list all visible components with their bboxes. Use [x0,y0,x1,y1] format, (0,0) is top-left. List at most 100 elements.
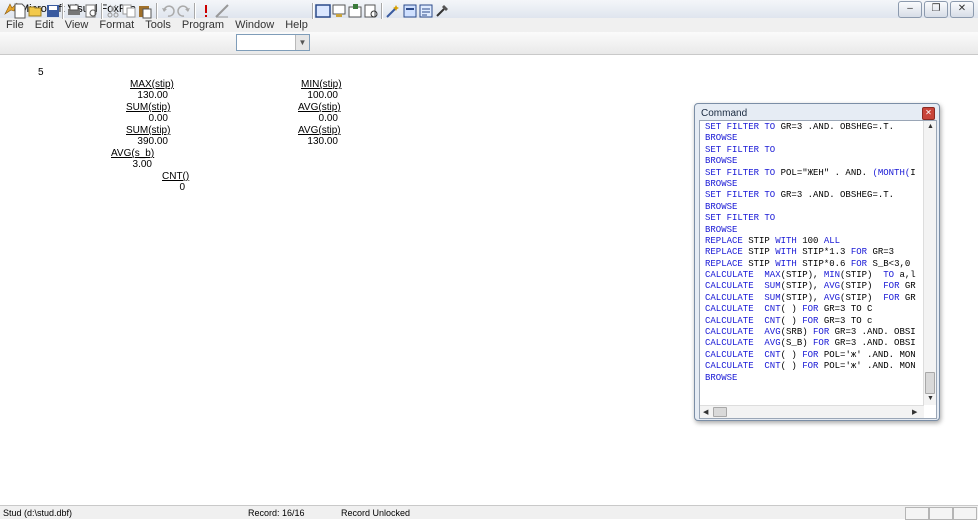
command-keyword: AVG [823,281,841,292]
close-icon[interactable]: ✕ [922,107,935,120]
record-number-output: 5 [38,67,44,78]
horizontal-scroll-thumb[interactable] [713,407,727,417]
print-icon[interactable] [66,3,82,19]
command-keyword: FOR [802,361,824,372]
output-label: CNT() [162,171,190,182]
modify-icon[interactable] [214,3,230,19]
command-line[interactable]: CALCULATE CNT( ) FOR GR=3 TO c [705,316,923,327]
menu-window[interactable]: Window [229,18,279,32]
command-lines[interactable]: SET FILTER TO GR=3 .AND. OBSHEG=.T. BROWS… [705,122,923,405]
command-text: GR=3 TO c [823,315,873,326]
status-indicator [905,507,929,520]
menu-format[interactable]: Format [93,18,139,32]
menu-file[interactable]: File [0,18,29,32]
status-table: Stud (d:\stud.dbf) [3,508,73,518]
report-designer-icon[interactable] [418,3,434,19]
horizontal-scrollbar[interactable]: ◀ ▶ [700,405,924,418]
command-text: GR [904,292,916,303]
output-label: MIN(stip) [301,79,342,90]
output-label: AVG(s_b) [111,148,155,159]
command-keyword: FOR [883,292,905,303]
command-text: POL='ж' .AND. MON [823,361,916,372]
menu-program[interactable]: Program [176,18,229,32]
command-line[interactable]: CALCULATE SUM(STIP), AVG(STIP) FOR GR [705,293,923,304]
print-preview-icon[interactable] [83,3,99,19]
run-icon[interactable] [198,3,214,19]
command-keyword: MIN [823,270,841,281]
command-line[interactable]: CALCULATE AVG(S_B) FOR GR=3 .AND. OBSI [705,338,923,349]
paste-icon[interactable] [137,3,153,19]
command-keyword: ALL [823,235,841,246]
command-keyword: TO [883,270,900,281]
command-line[interactable]: REPLACE STIP WITH STIP*1.3 FOR GR=3 [705,247,923,258]
chevron-down-icon[interactable]: ▼ [295,35,309,50]
toolbar-combo[interactable]: ▼ [236,34,310,51]
copy-icon[interactable] [121,3,137,19]
command-line[interactable]: SET FILTER TO GR=3 .AND. OBSHEG=.T. [705,122,923,133]
command-window-icon[interactable] [315,3,331,19]
undo-icon[interactable] [160,3,176,19]
command-line[interactable]: BROWSE [705,133,923,144]
command-text: POL='ж' .AND. MON [823,349,916,360]
new-file-icon[interactable] [12,3,28,19]
tools-icon[interactable] [434,3,450,19]
command-line[interactable]: SET FILTER TO [705,145,923,156]
command-text: ( ) [780,361,803,372]
scroll-right-icon[interactable]: ▶ [912,408,917,416]
command-text: S_B<3,0 [872,258,911,269]
vertical-scrollbar[interactable]: ▲ ▼ [923,121,936,405]
command-line[interactable]: BROWSE [705,373,923,384]
scroll-up-icon[interactable]: ▲ [927,123,934,130]
command-window[interactable]: Command ✕ SET FILTER TO GR=3 .AND. OBSHE… [694,103,940,421]
command-line[interactable]: REPLACE STIP WITH STIP*0.6 FOR S_B<3,0 [705,259,923,270]
command-line[interactable]: SET FILTER TO [705,213,923,224]
restore-button[interactable]: ❐ [924,1,948,18]
properties-window-icon[interactable] [347,3,363,19]
close-button[interactable]: ✕ [950,1,974,18]
command-text: GR=3 TO C [823,304,873,315]
cut-icon[interactable] [105,3,121,19]
code-window-icon[interactable] [363,3,379,19]
command-line[interactable]: REPLACE STIP WITH 100 ALL [705,236,923,247]
menu-edit[interactable]: Edit [29,18,59,32]
wizard-icon[interactable] [385,3,401,19]
command-line[interactable]: CALCULATE SUM(STIP), AVG(STIP) FOR GR [705,281,923,292]
command-line[interactable]: BROWSE [705,156,923,167]
save-icon[interactable] [45,3,61,19]
scroll-left-icon[interactable]: ◀ [703,408,708,416]
command-keyword: FOR [883,281,905,292]
command-line[interactable]: CALCULATE AVG(SRB) FOR GR=3 .AND. OBSI [705,327,923,338]
command-line[interactable]: CALCULATE CNT( ) FOR GR=3 TO C [705,304,923,315]
menu-help[interactable]: Help [279,18,313,32]
command-keyword: FOR [813,327,835,338]
command-keyword: CALCULATE AVG [705,327,781,338]
scroll-down-icon[interactable]: ▼ [927,395,934,402]
command-keyword: WITH [775,258,803,269]
menu-view[interactable]: View [59,18,94,32]
command-line[interactable]: CALCULATE CNT( ) FOR POL='ж' .AND. MON [705,361,923,372]
command-keyword: BROWSE [705,133,738,144]
command-text: GR=3 .AND. OBSI [834,338,916,349]
database-designer-icon[interactable] [331,3,347,19]
command-text: (STIP) [840,281,884,292]
menu-tools[interactable]: Tools [139,18,176,32]
menu-bar: File Edit View Format Tools Program Wind… [0,18,978,32]
command-keyword: FOR [850,258,873,269]
command-line[interactable]: BROWSE [705,225,923,236]
command-line[interactable]: SET FILTER TO POL="ЖЕН" . AND. (MONTH(I [705,168,923,179]
command-keyword: REPLACE [705,258,749,269]
form-designer-icon[interactable] [402,3,418,19]
vertical-scroll-thumb[interactable] [925,372,935,394]
command-editor[interactable]: SET FILTER TO GR=3 .AND. OBSHEG=.T. BROWS… [699,120,937,419]
toolbar-separator [381,3,383,19]
command-text: (STIP), [780,281,824,292]
command-line[interactable]: SET FILTER TO GR=3 .AND. OBSHEG=.T. [705,190,923,201]
minimize-button[interactable]: – [898,1,922,18]
command-line[interactable]: CALCULATE MAX(STIP), MIN(STIP) TO a,l [705,270,923,281]
redo-icon[interactable] [176,3,192,19]
command-line[interactable]: CALCULATE CNT( ) FOR POL='ж' .AND. MON [705,350,923,361]
command-line[interactable]: BROWSE [705,202,923,213]
command-line[interactable]: BROWSE [705,179,923,190]
open-folder-icon[interactable] [28,3,44,19]
output-value: 3.00 [132,159,152,170]
